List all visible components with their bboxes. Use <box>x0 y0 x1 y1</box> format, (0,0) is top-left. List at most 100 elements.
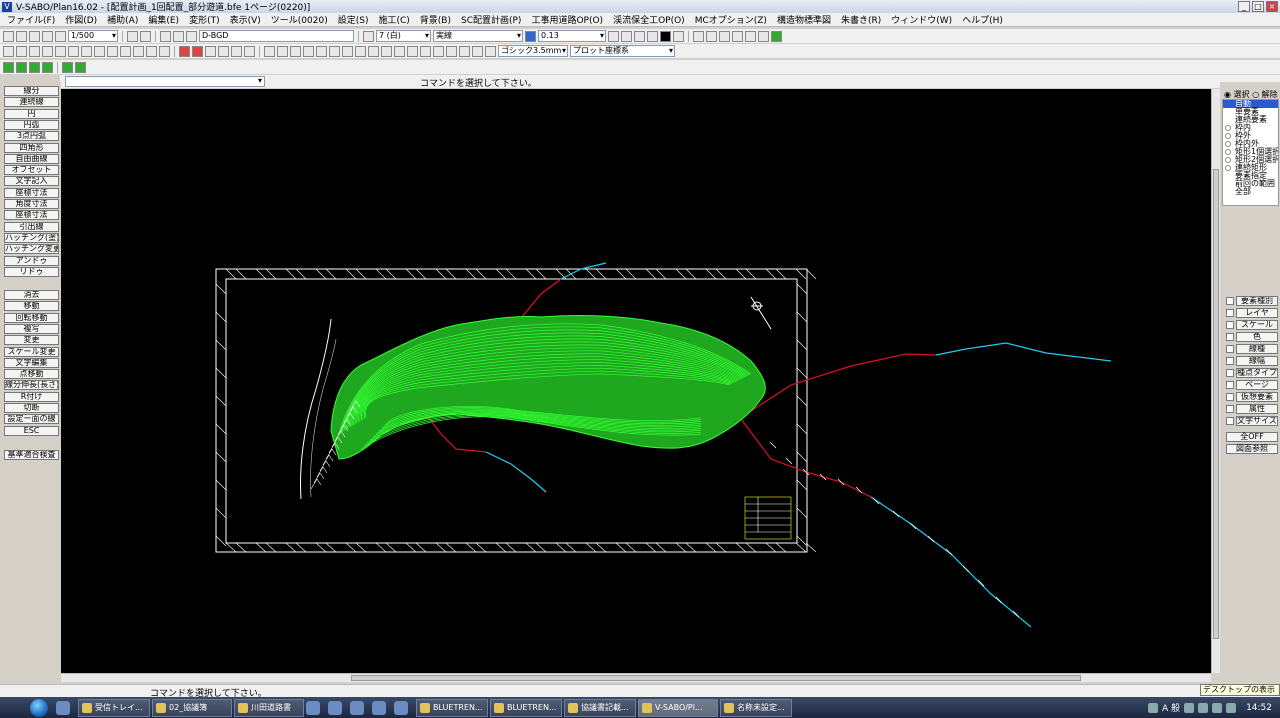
left-button-1[interactable]: 連続線 <box>4 97 59 108</box>
zoom-prev-icon[interactable] <box>42 45 53 57</box>
left-edit-button-1[interactable]: 移動 <box>4 301 59 312</box>
ime-indicator[interactable]: A 般 <box>1162 701 1180 714</box>
left-edit-button-0[interactable]: 消去 <box>4 290 59 300</box>
prop-button[interactable]: レイヤ <box>1236 308 1278 318</box>
hatch-icon[interactable] <box>647 30 658 42</box>
menu-item-16[interactable]: ウィンドウ(W) <box>886 13 957 26</box>
color-select[interactable]: 7 (白) <box>376 30 431 42</box>
layer-all-icon[interactable] <box>42 61 53 73</box>
zoom-icon[interactable] <box>55 30 66 42</box>
menu-item-6[interactable]: ツール(0020) <box>266 13 333 26</box>
layer-off-icon[interactable] <box>16 61 27 73</box>
menu-item-17[interactable]: ヘルプ(H) <box>957 13 1008 26</box>
redo-icon[interactable] <box>159 45 170 57</box>
prop-checkbox[interactable] <box>1226 309 1234 317</box>
standard-check-button[interactable]: 基準適合検査 <box>4 450 59 460</box>
layer-field[interactable]: D-BGD <box>199 30 354 42</box>
chrome-icon[interactable] <box>372 700 386 715</box>
print-icon[interactable] <box>29 30 40 42</box>
left-button-12[interactable]: 引出線 <box>4 221 59 232</box>
taskbar-task-2[interactable]: 川田道路書 <box>234 698 304 717</box>
left-button-9[interactable]: 座標寸法 <box>4 187 59 198</box>
app-icon-3[interactable] <box>350 700 364 715</box>
leader-icon[interactable] <box>381 45 392 57</box>
prop-button[interactable]: 色 <box>1236 332 1278 342</box>
horizontal-scrollbar[interactable] <box>61 673 1211 682</box>
app-icon-1[interactable] <box>306 700 320 715</box>
taskbar-task-5[interactable]: 協議書記載... <box>564 698 636 717</box>
prop-checkbox[interactable] <box>1226 381 1234 389</box>
layer-icon[interactable] <box>140 30 151 42</box>
font-select[interactable]: ゴシック3.5mm <box>498 45 568 57</box>
close-icon[interactable]: × <box>1266 1 1278 12</box>
radio-icon[interactable] <box>1225 133 1231 139</box>
menu-item-0[interactable]: ファイル(F) <box>2 13 60 26</box>
drawing-reference-button[interactable]: 図面参照 <box>1226 444 1278 454</box>
zoom-in-icon[interactable] <box>55 45 66 57</box>
taskbar-task-7[interactable]: 名称未設定... <box>720 698 792 717</box>
dropdown-icon[interactable] <box>673 30 684 42</box>
menu-item-10[interactable]: SC配置計画(P) <box>456 13 526 26</box>
left-button-5[interactable]: 四角形 <box>4 142 59 153</box>
left-button-6[interactable]: 自由曲線 <box>4 153 59 164</box>
left-edit-button-12[interactable]: ESC <box>4 425 59 436</box>
maximize-icon[interactable]: □ <box>1252 1 1264 12</box>
release-radio[interactable]: 解除 <box>1262 90 1278 99</box>
image-icon[interactable] <box>231 45 242 57</box>
view-plan-icon[interactable] <box>75 61 86 73</box>
menu-item-4[interactable]: 変形(T) <box>184 13 225 26</box>
circle-icon[interactable] <box>407 45 418 57</box>
radio-icon[interactable] <box>1225 165 1231 171</box>
left-button-7[interactable]: オフセット <box>4 165 59 176</box>
prop-checkbox[interactable] <box>1226 393 1234 401</box>
menu-item-9[interactable]: 背景(B) <box>415 13 456 26</box>
tray-icon-1[interactable] <box>1148 702 1159 713</box>
prop-checkbox[interactable] <box>1226 369 1234 377</box>
left-edit-button-7[interactable]: 点移動 <box>4 369 59 380</box>
export-icon[interactable] <box>745 30 756 42</box>
view-3d-icon[interactable] <box>62 61 73 73</box>
prop-checkbox[interactable] <box>1226 417 1234 425</box>
left-edit-button-10[interactable]: 切断 <box>4 403 59 413</box>
open-icon[interactable] <box>3 30 14 42</box>
rect-icon[interactable] <box>205 45 216 57</box>
left-edit-button-2[interactable]: 回転移動 <box>4 312 59 323</box>
left-edit-button-3[interactable]: 複写 <box>4 323 59 334</box>
taskbar-task-1[interactable]: 02_協議簿 <box>152 698 232 717</box>
prop-checkbox[interactable] <box>1226 357 1234 365</box>
fill-color-icon[interactable] <box>660 30 671 42</box>
vertical-scrollbar[interactable] <box>1211 89 1220 673</box>
radio-icon[interactable] <box>1225 141 1231 147</box>
menu-item-15[interactable]: 朱書き(R) <box>836 13 886 26</box>
left-button-11[interactable]: 座標寸法 <box>4 210 59 221</box>
spline-icon[interactable] <box>433 45 444 57</box>
minimize-icon[interactable]: _ <box>1238 1 1250 12</box>
table-icon[interactable] <box>634 30 645 42</box>
triangle-icon[interactable] <box>192 45 203 57</box>
zoom-fit-icon[interactable] <box>81 45 92 57</box>
rotate-icon[interactable] <box>706 30 717 42</box>
zoom-extents-icon[interactable] <box>94 45 105 57</box>
left-button-4[interactable]: 3点円弧 <box>4 131 59 142</box>
prop-button[interactable]: 属性 <box>1236 404 1278 414</box>
prop-button[interactable]: 仮想要素 <box>1236 392 1278 402</box>
horizontal-scroll-thumb[interactable] <box>351 675 1081 681</box>
arc-icon[interactable] <box>394 45 405 57</box>
left-button-0[interactable]: 線分 <box>4 86 59 96</box>
lock-icon[interactable] <box>186 30 197 42</box>
linetype-select[interactable]: 実線 <box>433 30 523 42</box>
left-edit-button-9[interactable]: R付け <box>4 391 59 402</box>
command-history-select[interactable] <box>65 76 265 87</box>
measure-icon[interactable] <box>264 45 275 57</box>
left-button-2[interactable]: 円 <box>4 108 59 119</box>
join-icon[interactable] <box>355 45 366 57</box>
left-edit-button-5[interactable]: スケール変更 <box>4 346 59 357</box>
left-button-10[interactable]: 角度寸法 <box>4 199 59 209</box>
dimension-icon[interactable] <box>368 45 379 57</box>
rp-icon[interactable] <box>16 45 27 57</box>
select-radio[interactable]: 選択 <box>1234 90 1250 99</box>
taskbar-task-3[interactable]: BLUETREN... <box>416 698 488 717</box>
left-button-15[interactable]: アンドゥ <box>4 255 59 266</box>
left-button-8[interactable]: 文字記入 <box>4 176 59 187</box>
prop-button[interactable]: 線種 <box>1236 344 1278 354</box>
